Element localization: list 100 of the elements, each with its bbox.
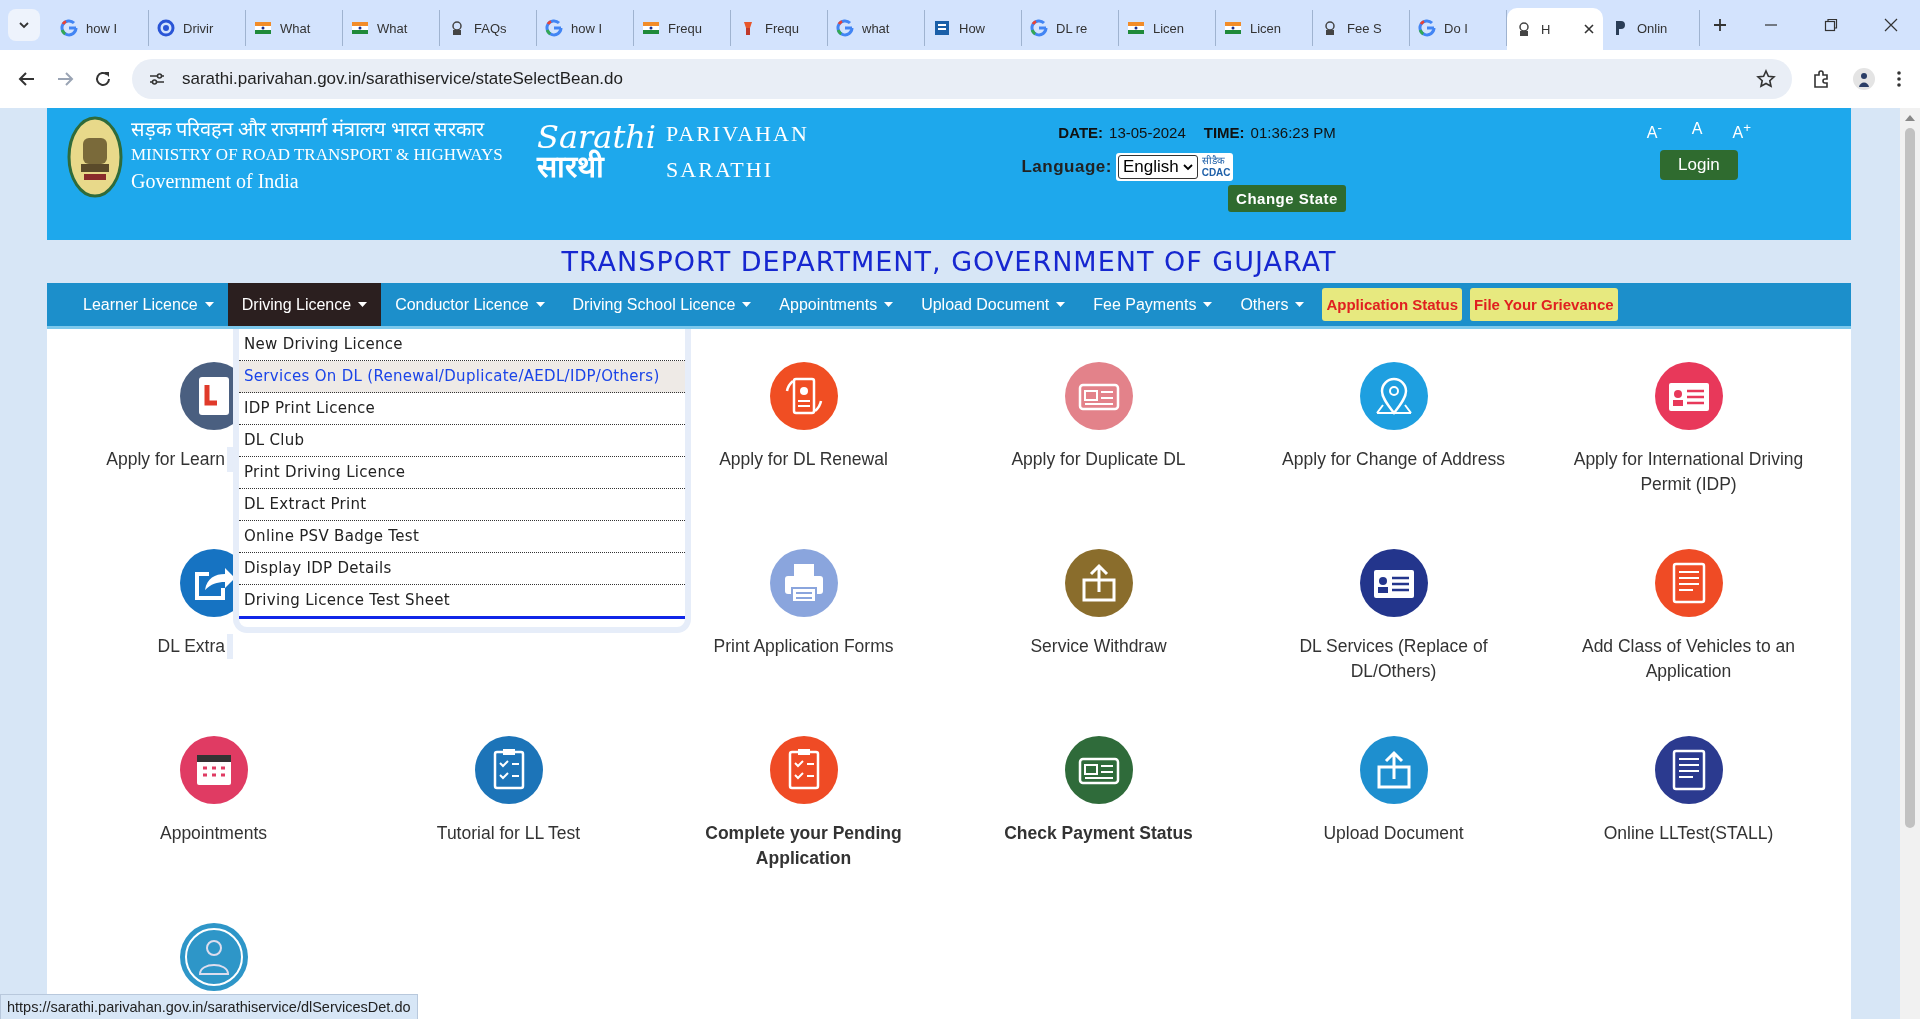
time-text: 01:36:23 PM — [1250, 124, 1336, 141]
ring-icon — [157, 19, 175, 37]
nav-menu-item[interactable]: Learner Licence — [69, 283, 228, 326]
nav-menu-item[interactable]: Fee Payments — [1079, 283, 1227, 326]
nav-menu-item[interactable]: Others — [1226, 283, 1319, 326]
browser-tab[interactable]: H — [1507, 8, 1603, 50]
browser-tab[interactable]: FAQs — [440, 10, 537, 46]
service-label[interactable]: Apply for Change of Address — [1282, 447, 1505, 472]
service-label[interactable]: Check Payment Status — [1004, 821, 1193, 846]
caret-icon — [1295, 301, 1305, 308]
dropdown-item[interactable]: IDP Print Licence — [239, 393, 685, 425]
service-label[interactable]: Print Application Forms — [713, 634, 894, 659]
service-icon[interactable] — [178, 735, 249, 805]
avatar-icon[interactable] — [1852, 67, 1876, 91]
service-label[interactable]: DL Extra — [157, 634, 233, 659]
restore-icon[interactable] — [1824, 18, 1838, 32]
browser-tab[interactable]: Fee S — [1313, 10, 1410, 46]
nav-menu-item[interactable]: Conductor Licence — [381, 283, 559, 326]
bookmark-star-icon[interactable] — [1756, 69, 1776, 89]
browser-tab[interactable]: Onlin — [1603, 10, 1700, 46]
url-text: sarathi.parivahan.gov.in/sarathiservice/stateSelectBean.do — [182, 69, 623, 89]
service-label[interactable]: Apply for International Driving Permit (IDP) — [1558, 447, 1819, 497]
service-icon[interactable] — [1653, 735, 1724, 805]
address-bar[interactable]: sarathi.parivahan.gov.in/sarathiservice/stateSelectBean.do — [132, 59, 1792, 99]
service-label[interactable]: Apply for Duplicate DL — [1011, 447, 1186, 472]
language-select[interactable]: English — [1117, 155, 1198, 179]
caret-icon — [1056, 301, 1066, 308]
date-text: 13-05-2024 — [1109, 124, 1186, 141]
google-icon — [1030, 19, 1048, 37]
dropdown-item[interactable]: Display IDP Details — [239, 553, 685, 585]
service-label[interactable]: Complete your Pending Application — [673, 821, 934, 871]
government-text: Government of India — [131, 169, 300, 194]
dropdown-item[interactable]: DL Club — [239, 425, 685, 457]
browser-tab[interactable]: how I — [537, 10, 634, 46]
nav-menu-item[interactable]: Driving Licence — [227, 283, 382, 326]
brand-text: SARATHI — [666, 156, 774, 184]
service-label[interactable]: Apply for DL Renewal — [719, 447, 888, 472]
cdac-hindi-text: सीडैक — [1201, 155, 1226, 167]
caret-icon — [535, 301, 545, 308]
scrollbar[interactable] — [1900, 108, 1920, 1019]
service-icon[interactable] — [1358, 548, 1429, 618]
ministry-hindi-text: सड़क परिवहन और राजमार्ग मंत्रालय भारत सरकार — [131, 117, 486, 142]
more-menu-icon[interactable] — [1896, 69, 1902, 89]
caret-icon — [1182, 163, 1193, 171]
service-label[interactable]: Service Withdraw — [1030, 634, 1167, 659]
back-icon[interactable] — [18, 70, 36, 88]
brand-text: PARIVAHAN — [666, 120, 809, 148]
nav-button[interactable]: File Your Grievance — [1470, 288, 1618, 321]
browser-tab[interactable]: Licen — [1216, 10, 1313, 46]
google-icon — [60, 19, 78, 37]
browser-tab[interactable]: how I — [52, 10, 149, 46]
time-label: TIME: — [1203, 124, 1245, 141]
service-label[interactable]: Online LLTest(STALL) — [1603, 821, 1774, 846]
google-icon — [545, 19, 563, 37]
dropdown-item[interactable]: Services On DL (Renewal/Duplicate/AEDL/IDP/Others) — [239, 361, 685, 393]
flag-icon — [642, 19, 660, 37]
browser-tab[interactable]: What — [343, 10, 440, 46]
change-state-button[interactable]: Change State — [1228, 185, 1346, 212]
browser-tab[interactable]: DL re — [1022, 10, 1119, 46]
document-icon — [933, 19, 951, 37]
dropdown-item[interactable]: DL Extract Print — [239, 489, 685, 521]
ministry-name: MINISTRY OF ROAD TRANSPORT & HIGHWAYS — [131, 144, 503, 166]
new-tab-icon[interactable] — [1712, 17, 1728, 33]
nav-menu-item[interactable]: Appointments — [765, 283, 908, 326]
browser-tab[interactable]: Licen — [1119, 10, 1216, 46]
nav-button[interactable]: Application Status — [1322, 288, 1463, 321]
caret-icon — [884, 301, 894, 308]
close-icon[interactable] — [1884, 18, 1898, 32]
site-settings-icon[interactable] — [148, 70, 166, 88]
flag-icon — [351, 19, 369, 37]
dropdown-item[interactable]: Online PSV Badge Test — [239, 521, 685, 553]
service-label[interactable]: Add Class of Vehicles to an Application — [1558, 634, 1819, 684]
service-label[interactable]: Tutorial for LL Test — [436, 821, 581, 846]
login-button[interactable]: Login — [1660, 150, 1738, 181]
browser-tab[interactable]: what — [828, 10, 925, 46]
browser-tab[interactable]: Frequ — [731, 10, 828, 46]
service-label[interactable]: Appointments — [160, 821, 267, 846]
department-title: TRANSPORT DEPARTMENT, GOVERNMENT OF GUJARAT — [561, 246, 1337, 277]
nav-menu-item[interactable]: Upload Document — [907, 283, 1080, 326]
service-label[interactable]: Upload Document — [1323, 821, 1464, 846]
browser-tab[interactable]: Drivir — [149, 10, 246, 46]
browser-tab[interactable]: How — [925, 10, 1022, 46]
caret-icon — [358, 301, 368, 308]
reload-icon[interactable] — [94, 70, 112, 88]
emblem-icon — [67, 116, 123, 198]
browser-tab[interactable]: Frequ — [634, 10, 731, 46]
nav-menu-item[interactable]: Driving School Licence — [558, 283, 766, 326]
dropdown-item[interactable]: Driving Licence Test Sheet — [239, 585, 685, 619]
service-label[interactable]: DL Services (Replace of DL/Others) — [1263, 634, 1524, 684]
browser-tab[interactable]: What — [246, 10, 343, 46]
caret-icon — [742, 301, 752, 308]
tab-list-button[interactable] — [8, 9, 40, 41]
dropdown-item[interactable]: Print Driving Licence — [239, 457, 685, 489]
close-icon[interactable] — [1583, 23, 1595, 35]
status-url: https://sarathi.parivahan.gov.in/sarathiservice/dlServicesDet.do — [0, 994, 418, 1019]
service-icon[interactable] — [1063, 735, 1134, 805]
cdac-text: CDAC — [1201, 167, 1231, 179]
scroll-up-icon[interactable] — [1905, 114, 1915, 122]
google-icon — [836, 19, 854, 37]
flag-icon — [254, 19, 272, 37]
